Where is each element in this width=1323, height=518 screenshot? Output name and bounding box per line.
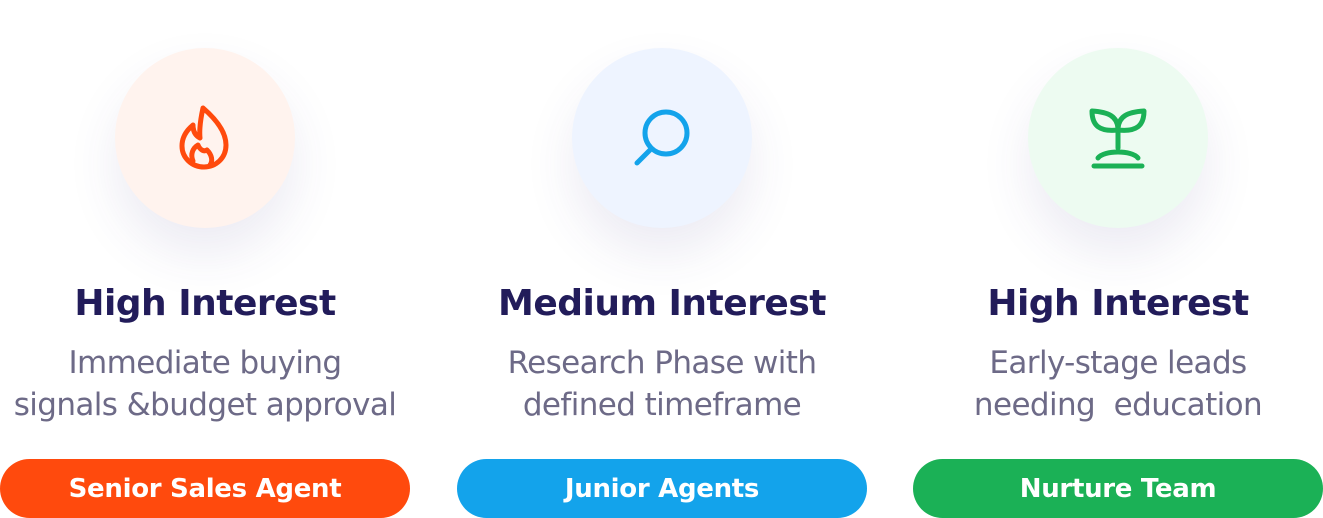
- tier-title: Medium Interest: [498, 283, 826, 324]
- tier-description-line: defined timeframe: [522, 387, 802, 423]
- flame-icon: [179, 105, 229, 170]
- tier-description-line: Early-stage leads: [989, 345, 1247, 381]
- tier-description-line: Research Phase with: [507, 345, 817, 381]
- lead-tiers: High Interest Immediate buying signals &…: [0, 0, 1323, 518]
- tier-card-nurture: High Interest Early-stage leads needing …: [913, 0, 1323, 518]
- sprout-icon: [1089, 108, 1147, 169]
- tier-description: Immediate buying signals &budget approva…: [0, 342, 410, 426]
- tier-description-line: Immediate buying: [68, 345, 343, 381]
- icon-circle: [115, 48, 295, 228]
- tier-description-line: needing education: [973, 387, 1263, 423]
- tier-description-line: signals &budget approval: [13, 387, 397, 423]
- nurture-team-button[interactable]: Nurture Team: [913, 459, 1323, 518]
- senior-sales-agent-button[interactable]: Senior Sales Agent: [0, 459, 410, 518]
- icon-circle: [1028, 48, 1208, 228]
- tier-title: High Interest: [987, 283, 1249, 324]
- tier-description: Research Phase with defined timeframe: [457, 342, 867, 426]
- search-icon: [634, 109, 690, 166]
- tier-description: Early-stage leads needing education: [913, 342, 1323, 426]
- junior-agents-button[interactable]: Junior Agents: [457, 459, 867, 518]
- tier-card-high-interest: High Interest Immediate buying signals &…: [0, 0, 410, 518]
- icon-circle: [572, 48, 752, 228]
- tier-card-medium-interest: Medium Interest Research Phase with defi…: [457, 0, 867, 518]
- tier-title: High Interest: [74, 283, 336, 324]
